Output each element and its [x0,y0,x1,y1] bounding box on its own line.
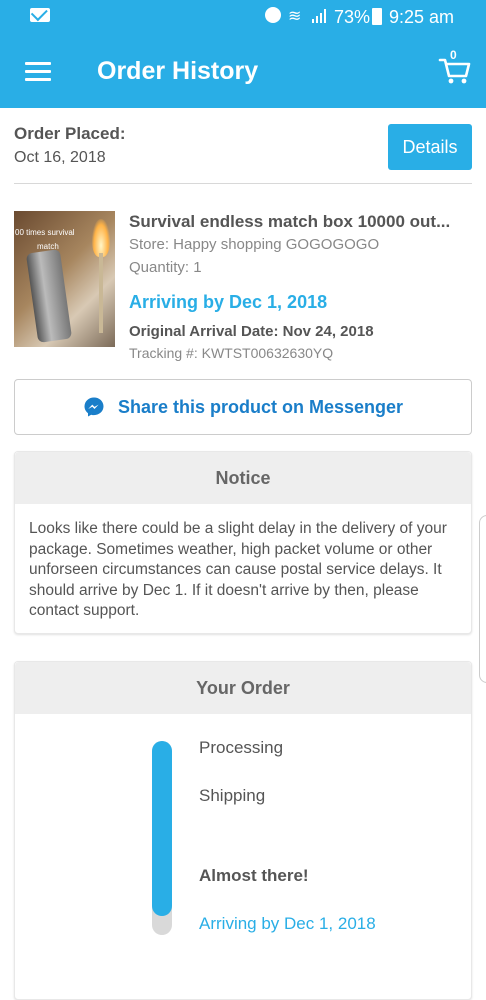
stage-processing: Processing [199,738,284,757]
order-placed-label: Order Placed: [14,124,126,143]
battery-percent: 73% [334,7,371,27]
product-image-caption: 00 times survival match [15,228,75,251]
stage-almost-there: Almost there! [199,866,309,885]
menu-icon[interactable] [25,62,51,82]
stage-shipping: Shipping [199,786,266,805]
arrival-date: Arriving by Dec 1, 2018 [129,292,328,312]
product-image[interactable]: 00 times survival match [14,211,115,347]
original-arrival-date: Original Arrival Date: Nov 24, 2018 [129,323,374,340]
your-order-card: Your Order Processing Shipping Almost th… [14,661,472,1000]
order-detail-content: Order Placed: Oct 16, 2018 Details 00 ti… [0,108,486,1000]
product-store: Store: Happy shopping GOGOGOGO [129,236,380,253]
product-title[interactable]: Survival endless match box 10000 out... [129,212,474,232]
progress-fill [152,741,172,916]
share-label: Share this product on Messenger [117,396,404,417]
product-quantity: Quantity: 1 [129,259,202,276]
tracking-number: Tracking #: KWTST00632630YQ [129,345,334,361]
mail-icon [30,8,50,22]
side-scroll-handle[interactable] [479,515,486,683]
app-bar: Order History 0 [0,34,486,108]
notice-text: Looks like there could be a slight delay… [29,520,447,619]
progress-track [152,741,172,935]
cart-count-badge: 0 [450,48,457,62]
alarm-icon [265,7,281,23]
page-title: Order History [97,57,259,85]
battery-icon [372,8,382,25]
details-button[interactable]: Details [388,124,472,170]
signal-icon [312,9,326,23]
notice-card: Notice Looks like there could be a sligh… [14,451,472,634]
status-time: 9:25 am [389,7,455,27]
stage-arriving: Arriving by Dec 1, 2018 [199,914,376,933]
divider [14,183,472,184]
wifi-icon: ≋ [288,6,302,25]
status-bar: ≋ 73% 9:25 am [0,0,486,34]
share-messenger-button[interactable]: Share this product on Messenger [14,379,472,435]
messenger-icon [84,397,104,417]
order-placed-date: Oct 16, 2018 [14,149,106,166]
notice-title: Notice [15,452,471,504]
your-order-title: Your Order [15,662,471,714]
